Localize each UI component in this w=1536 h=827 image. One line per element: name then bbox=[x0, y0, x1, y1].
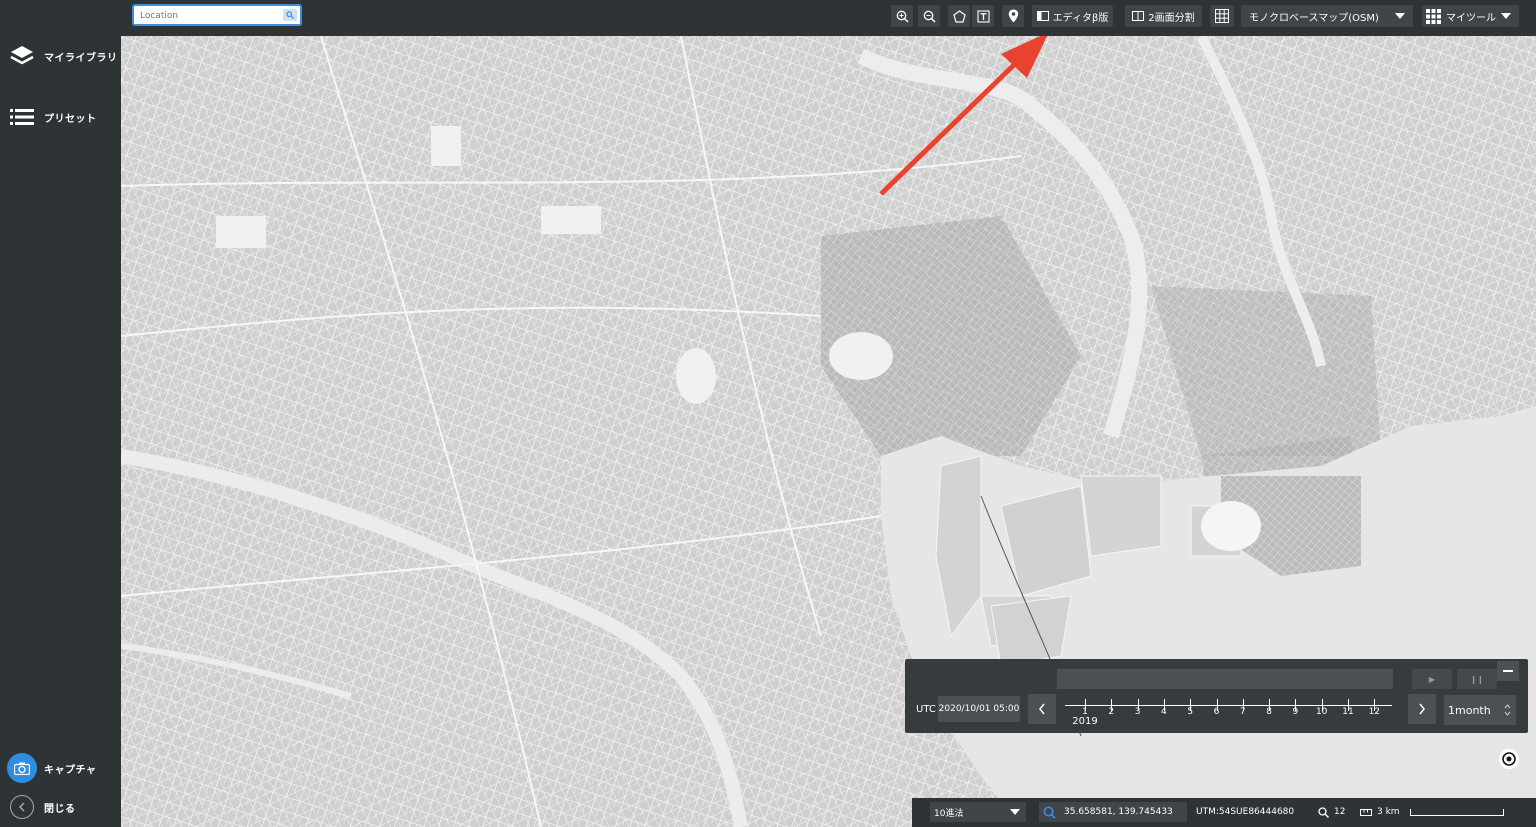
month-label: 11 bbox=[1342, 707, 1354, 717]
chevron-left-icon bbox=[10, 795, 34, 819]
close-label: 閉じる bbox=[44, 803, 76, 815]
next-time-button[interactable] bbox=[1408, 694, 1436, 724]
apps-grid-icon bbox=[1426, 8, 1441, 24]
grid-button[interactable] bbox=[1210, 5, 1234, 27]
split-screen-label: 2画面分割 bbox=[1148, 12, 1195, 24]
map-pin-icon bbox=[1008, 9, 1018, 23]
split-screen-icon bbox=[1132, 11, 1145, 21]
text-tool-button[interactable] bbox=[972, 5, 994, 27]
play-button[interactable]: ▶ bbox=[1412, 669, 1452, 689]
capture-button[interactable]: キャプチャ bbox=[0, 748, 121, 788]
month-label: 7 bbox=[1239, 707, 1246, 717]
sidebar: マイライブラリ プリセット キャプチャ 閉じる bbox=[0, 0, 121, 827]
period-select[interactable]: 1month bbox=[1444, 695, 1516, 725]
polygon-tool-button[interactable] bbox=[948, 5, 970, 27]
timeline-ruler[interactable]: 1 2 3 4 5 6 7 8 9 10 11 12 2019 bbox=[1065, 697, 1395, 727]
month-label: 12 bbox=[1368, 707, 1381, 717]
capture-label: キャプチャ bbox=[44, 764, 97, 776]
my-tools-menu[interactable]: マイツール bbox=[1422, 5, 1519, 27]
prev-time-button[interactable] bbox=[1028, 694, 1056, 724]
month-label: 4 bbox=[1161, 707, 1167, 717]
utc-label: UTC bbox=[916, 704, 936, 715]
close-sidebar-button[interactable]: 閉じる bbox=[0, 787, 121, 827]
updown-icon bbox=[1504, 704, 1511, 716]
sidebar-item-label: マイライブラリ bbox=[44, 52, 118, 64]
search-icon[interactable] bbox=[283, 9, 297, 21]
target-icon[interactable] bbox=[1499, 749, 1519, 769]
zoom-in-icon bbox=[896, 10, 909, 23]
sidebar-item-label: プリセット bbox=[44, 113, 97, 125]
coordinate-search[interactable]: 35.658581, 139.745433 bbox=[1039, 802, 1187, 822]
search-icon bbox=[1043, 806, 1056, 819]
chevron-down-icon bbox=[1501, 13, 1511, 19]
timeline-track[interactable] bbox=[1057, 669, 1393, 689]
minus-icon bbox=[1503, 670, 1513, 672]
zoom-out-button[interactable] bbox=[918, 5, 940, 27]
month-label: 6 bbox=[1213, 707, 1220, 717]
basemap-select[interactable]: モノクロベースマップ(OSM) bbox=[1241, 5, 1413, 27]
list-icon bbox=[0, 108, 44, 126]
zoom-icon bbox=[1318, 806, 1329, 818]
month-label: 5 bbox=[1187, 707, 1194, 717]
scale-indicator: 3 km bbox=[1360, 802, 1504, 822]
camera-icon bbox=[7, 753, 37, 783]
editor-beta-label: エディタβ版 bbox=[1052, 12, 1109, 24]
ruler-icon bbox=[1360, 808, 1372, 816]
minimize-button[interactable] bbox=[1497, 661, 1519, 681]
utm-value: UTM:54SUE86444680 bbox=[1196, 807, 1295, 817]
layers-icon bbox=[0, 44, 44, 68]
search-input[interactable] bbox=[140, 8, 270, 24]
location-search bbox=[132, 4, 302, 26]
coord-format-label: 10進法 bbox=[934, 808, 964, 819]
chevron-down-icon bbox=[1010, 809, 1020, 815]
sidebar-item-presets[interactable]: プリセット bbox=[0, 97, 121, 137]
time-slider-panel: ▶ ❙❙ UTC 2020/10/01 05:00 1 2 3 4 5 6 7 8 9 10 11 1… bbox=[905, 659, 1528, 733]
polygon-icon bbox=[952, 9, 966, 23]
chevron-left-icon bbox=[1039, 703, 1045, 715]
zoom-out-icon bbox=[923, 10, 936, 23]
scale-value: 3 km bbox=[1377, 807, 1400, 817]
datetime-display[interactable]: 2020/10/01 05:00 bbox=[938, 696, 1020, 722]
toolbar: エディタβ版 2画面分割 モノクロベースマップ(OSM) マイツール bbox=[121, 0, 1536, 36]
chevron-down-icon bbox=[1395, 13, 1405, 19]
month-label: 10 bbox=[1315, 707, 1328, 717]
zoom-level: 12 bbox=[1318, 802, 1345, 822]
pin-tool-button[interactable] bbox=[1002, 5, 1024, 27]
chevron-right-icon bbox=[1419, 703, 1425, 715]
coordinates-value: 35.658581, 139.745433 bbox=[1064, 807, 1173, 817]
editor-icon bbox=[1036, 11, 1049, 21]
zoom-in-button[interactable] bbox=[891, 5, 913, 27]
month-label: 2 bbox=[1108, 707, 1115, 717]
coord-format-select[interactable]: 10進法 bbox=[930, 802, 1026, 822]
pause-button[interactable]: ❙❙ bbox=[1457, 669, 1497, 689]
expand-arrow-icon[interactable]: ▸ bbox=[903, 803, 907, 823]
month-label: 3 bbox=[1134, 707, 1141, 717]
month-label: 8 bbox=[1266, 707, 1272, 717]
timeline-year: 2019 bbox=[1072, 716, 1098, 727]
period-label: 1month bbox=[1448, 703, 1491, 717]
editor-beta-button[interactable]: エディタβ版 bbox=[1032, 5, 1113, 27]
month-label: 9 bbox=[1292, 707, 1299, 717]
my-tools-label: マイツール bbox=[1446, 12, 1496, 24]
basemap-label: モノクロベースマップ(OSM) bbox=[1249, 12, 1379, 24]
status-bar: ▸ 10進法 35.658581, 139.745433 UTM:54SUE86… bbox=[903, 798, 1536, 827]
grid-icon bbox=[1215, 9, 1229, 23]
scale-bar bbox=[1409, 808, 1504, 816]
split-screen-button[interactable]: 2画面分割 bbox=[1125, 5, 1202, 27]
zoom-value: 12 bbox=[1334, 807, 1346, 817]
text-icon bbox=[976, 9, 990, 23]
sidebar-item-my-library[interactable]: マイライブラリ bbox=[0, 36, 121, 76]
